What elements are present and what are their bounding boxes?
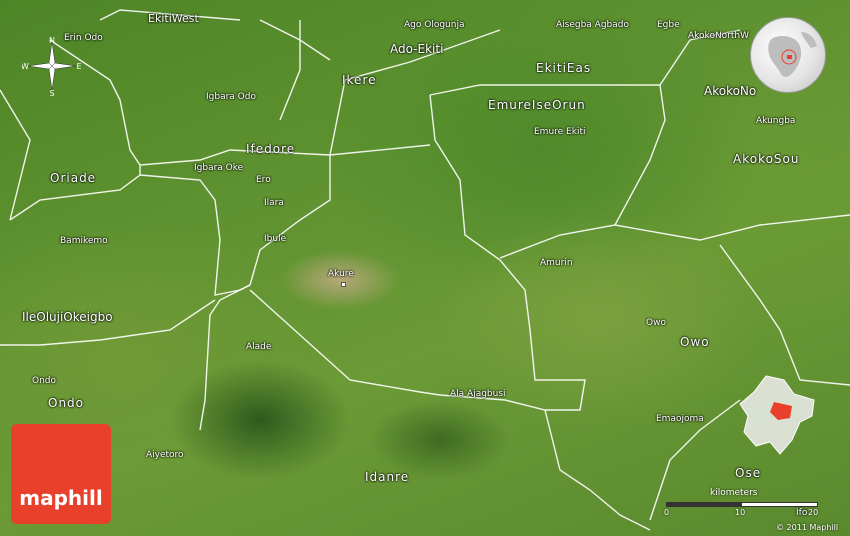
town-label-ero: Ero xyxy=(256,175,271,185)
boundary-lines xyxy=(0,9,850,531)
region-label-akokosou: AkokoSou xyxy=(733,152,800,166)
town-label-bamikemo: Bamikemo xyxy=(60,236,108,246)
compass-w: W xyxy=(22,62,29,71)
region-label-oriade: Oriade xyxy=(50,171,97,185)
maphill-logo[interactable]: maphill xyxy=(11,424,111,524)
scale-tick-20: 20 xyxy=(808,508,819,517)
compass-e: E xyxy=(76,62,81,71)
town-label-ilara: Ilara xyxy=(264,198,284,208)
region-label-ekitieas: EkitiEas xyxy=(536,61,592,75)
region-label-emureiseorun: EmureIseOrun xyxy=(488,98,586,112)
town-label-aisegba-agbado: Aisegba Agbado xyxy=(556,20,630,30)
town-label-egbe: Egbe xyxy=(657,20,680,30)
state-inset-map xyxy=(739,375,815,455)
region-label-idanre: Idanre xyxy=(365,470,410,484)
region-label-owo: Owo xyxy=(680,335,710,349)
globe-locator-icon xyxy=(750,17,826,93)
region-label-ondo: Ondo xyxy=(48,396,85,410)
town-label-alade: Alade xyxy=(246,342,272,352)
region-label-akokono: AkokoNo xyxy=(704,84,757,98)
scale-bar: kilometers 0 10 20 xyxy=(662,488,822,528)
region-label-ifedore: Ifedore xyxy=(246,142,296,156)
scale-unit: kilometers xyxy=(710,488,758,498)
scale-tick-10: 10 xyxy=(735,508,746,517)
copyright-text: © 2011 Maphill xyxy=(776,523,839,532)
town-label-owo: Owo xyxy=(646,318,666,328)
town-label-ala-ajagbusi: Ala Ajagbusi xyxy=(450,389,506,399)
region-label-ekitiwest: EkitiWest xyxy=(148,12,199,25)
town-label-emaojoma: Emaojoma xyxy=(656,414,704,424)
satellite-map[interactable]: EkitiWest Ado-Ekiti Ikere EkitiEas Emure… xyxy=(0,0,850,536)
town-label-igbara-oke: Igbara Oke xyxy=(194,163,244,173)
town-label-akungba: Akungba xyxy=(756,116,796,126)
town-label-akure: Akure xyxy=(328,269,354,279)
town-label-ago-ologunja: Ago Ologunja xyxy=(404,20,465,30)
town-label-igbara-odo: Igbara Odo xyxy=(206,92,256,102)
town-label-emure-ekiti: Emure Ekiti xyxy=(534,127,586,137)
town-label-akokonorthw: AkokoNorthW xyxy=(688,31,750,41)
town-label-ibule: Ibule xyxy=(264,234,287,244)
logo-text: maphill xyxy=(19,486,103,510)
region-label-ikere: Ikere xyxy=(342,73,377,87)
scale-tick-0: 0 xyxy=(664,508,670,517)
region-label-ileolujiokeigbo: IleOlujiOkeigbo xyxy=(22,310,113,324)
compass-s: S xyxy=(49,89,54,96)
compass-n: N xyxy=(49,36,55,45)
region-label-ado-ekiti: Ado-Ekiti xyxy=(390,42,444,56)
compass-rose-icon: N S W E xyxy=(22,36,82,96)
town-label-aiyetoro: Aiyetoro xyxy=(146,450,184,460)
akure-marker xyxy=(341,282,346,287)
town-label-amurin: Amurin xyxy=(540,258,573,268)
region-label-ose: Ose xyxy=(735,466,762,480)
town-label-ondo: Ondo xyxy=(32,376,57,386)
